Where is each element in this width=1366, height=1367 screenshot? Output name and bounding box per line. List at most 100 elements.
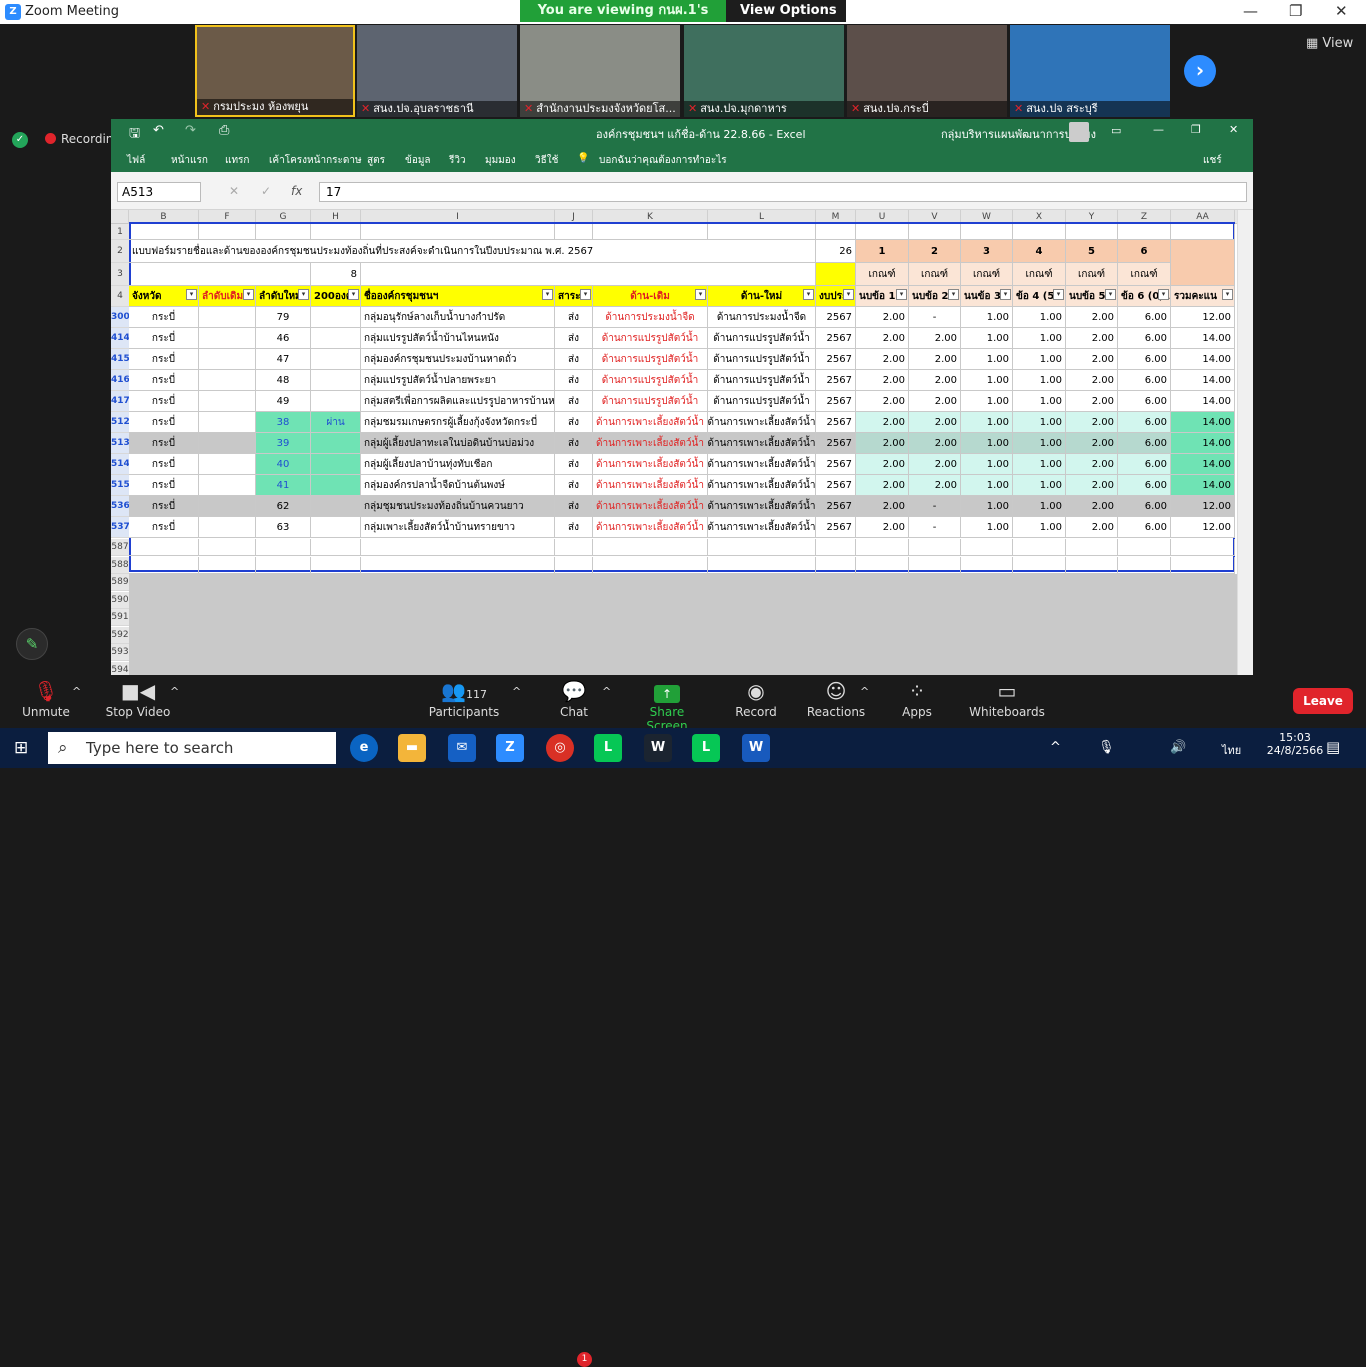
data-cell[interactable]: ด้านการเพาะเลี้ยงสัตว์น้ำ (708, 412, 816, 433)
row-header[interactable]: 4 (111, 286, 129, 307)
row-header[interactable]: 3 (111, 263, 129, 286)
video-options-chevron-icon[interactable]: ^ (170, 685, 179, 698)
data-cell[interactable] (199, 517, 256, 538)
empty-cell[interactable] (199, 539, 256, 556)
empty-cell[interactable] (708, 539, 816, 556)
excel-close-icon[interactable]: ✕ (1229, 123, 1238, 136)
data-cell[interactable] (199, 307, 256, 328)
data-cell[interactable]: 1.00 (1013, 433, 1066, 454)
data-cell[interactable] (311, 517, 361, 538)
data-cell[interactable]: 14.00 (1171, 475, 1235, 496)
data-cell[interactable]: 6.00 (1118, 349, 1171, 370)
empty-cell[interactable] (256, 539, 311, 556)
data-cell[interactable]: ด้านการเพาะเลี้ยงสัตว์น้ำ (593, 475, 708, 496)
file-explorer-icon[interactable]: ▬ (398, 734, 426, 762)
data-cell[interactable]: 2567 (816, 370, 856, 391)
tab-page-layout[interactable]: เค้าโครงหน้ากระดาษ (269, 153, 362, 168)
data-cell[interactable]: 12.00 (1171, 496, 1235, 517)
data-cell[interactable]: ส่ง (555, 517, 593, 538)
share-button[interactable]: แชร์ (1203, 153, 1222, 168)
volume-icon[interactable]: 🔊 (1170, 740, 1186, 755)
column-header[interactable]: K (593, 210, 708, 224)
data-cell[interactable] (311, 349, 361, 370)
tray-mic-icon[interactable]: 🎙 (1098, 740, 1115, 755)
row-header[interactable]: 2 (111, 240, 129, 263)
data-cell[interactable]: 12.00 (1171, 307, 1235, 328)
word-icon[interactable]: W (742, 734, 770, 762)
aa-header-top[interactable] (1171, 240, 1235, 286)
filter-dropdown-icon[interactable]: ▾ (542, 289, 553, 300)
empty-cell[interactable] (1013, 224, 1066, 240)
data-cell[interactable]: 40 (256, 454, 311, 475)
header-cell[interactable]: ด้าน-ใหม่ ▾ (708, 286, 816, 307)
data-cell[interactable]: ด้านการประมงน้ำจืด (708, 307, 816, 328)
data-cell[interactable]: 6.00 (1118, 370, 1171, 391)
criteria-label-cell[interactable]: เกณฑ์ (909, 263, 961, 286)
header-cell[interactable]: 200องค์ ▾ (311, 286, 361, 307)
data-cell[interactable] (199, 391, 256, 412)
stop-video-button[interactable]: ■◀ Stop Video (100, 675, 176, 728)
column-header[interactable]: Z (1118, 210, 1171, 224)
data-cell[interactable]: 2.00 (856, 349, 909, 370)
data-cell[interactable]: 39 (256, 433, 311, 454)
data-cell[interactable]: 1.00 (961, 517, 1013, 538)
language-indicator[interactable]: ไทย (1222, 741, 1241, 759)
data-cell[interactable]: 2.00 (909, 370, 961, 391)
row-header[interactable]: 594 (111, 661, 129, 675)
data-cell[interactable]: - (909, 517, 961, 538)
line-2-icon[interactable]: L (692, 734, 720, 762)
data-cell[interactable]: 14.00 (1171, 328, 1235, 349)
header-cell[interactable]: นบข้อ 5 ▾ (1066, 286, 1118, 307)
data-cell[interactable]: 63 (256, 517, 311, 538)
data-cell[interactable]: 1.00 (961, 496, 1013, 517)
yellow-cell[interactable] (816, 263, 856, 286)
participant-video-tile[interactable]: ✕ สนง.ปจ สระบุรี (1010, 25, 1170, 117)
empty-cell[interactable] (1171, 224, 1235, 240)
data-cell[interactable] (311, 328, 361, 349)
data-cell[interactable]: 2.00 (856, 391, 909, 412)
row-header[interactable]: 417 (111, 391, 130, 412)
column-header[interactable]: X (1013, 210, 1066, 224)
data-cell[interactable]: 2.00 (856, 328, 909, 349)
data-cell[interactable] (311, 391, 361, 412)
data-cell[interactable]: ด้านการแปรรูปสัตว์น้ำ (593, 328, 708, 349)
data-cell[interactable]: ด้านการเพาะเลี้ยงสัตว์น้ำ (593, 433, 708, 454)
data-cell[interactable]: ด้านการเพาะเลี้ยงสัตว์น้ำ (593, 412, 708, 433)
data-cell[interactable]: 62 (256, 496, 311, 517)
data-cell[interactable]: 38 (256, 412, 311, 433)
data-cell[interactable]: 2.00 (1066, 412, 1118, 433)
reactions-button[interactable]: ☺ Reactions (806, 675, 866, 728)
filter-dropdown-icon[interactable]: ▾ (843, 289, 854, 300)
header-cell[interactable]: ชื่อองค์กรชุมชนฯ ▾ (361, 286, 555, 307)
data-cell[interactable]: ด้านการแปรรูปสัตว์น้ำ (708, 349, 816, 370)
data-cell[interactable]: 2567 (816, 349, 856, 370)
filter-dropdown-icon[interactable]: ▾ (1222, 289, 1233, 300)
data-cell[interactable]: 2567 (816, 328, 856, 349)
row-header[interactable]: 300 (111, 307, 130, 328)
data-cell[interactable]: ส่ง (555, 349, 593, 370)
data-cell[interactable] (311, 475, 361, 496)
empty-cell[interactable] (256, 556, 311, 574)
header-cell[interactable]: ลำดับใหม่ ▾ (256, 286, 311, 307)
tell-me-box[interactable]: บอกฉันว่าคุณต้องการทำอะไร (599, 153, 727, 168)
empty-cell[interactable] (909, 556, 961, 574)
data-cell[interactable]: 1.00 (961, 412, 1013, 433)
recording-indicator[interactable]: Recording (45, 132, 121, 146)
data-cell[interactable] (199, 370, 256, 391)
filter-dropdown-icon[interactable]: ▾ (298, 289, 309, 300)
criteria-number-cell[interactable]: 4 (1013, 240, 1066, 263)
row-header[interactable]: 513 (111, 433, 130, 454)
empty-cell[interactable] (1118, 224, 1171, 240)
data-cell[interactable]: 1.00 (1013, 349, 1066, 370)
data-cell[interactable]: 2.00 (856, 475, 909, 496)
whiteboards-button[interactable]: ▭ Whiteboards (968, 675, 1046, 728)
data-cell[interactable]: กลุ่มองค์กรปลาน้ำจืดบ้านต้นพงษ์ (361, 475, 555, 496)
empty-cell[interactable] (1066, 224, 1118, 240)
filter-dropdown-icon[interactable]: ▾ (580, 289, 591, 300)
data-cell[interactable]: ด้านการเพาะเลี้ยงสัตว์น้ำ (708, 496, 816, 517)
data-cell[interactable]: 2.00 (1066, 475, 1118, 496)
empty-cell[interactable] (961, 224, 1013, 240)
data-cell[interactable]: ส่ง (555, 412, 593, 433)
data-cell[interactable]: 1.00 (961, 391, 1013, 412)
row-header[interactable]: 536 (111, 496, 130, 517)
